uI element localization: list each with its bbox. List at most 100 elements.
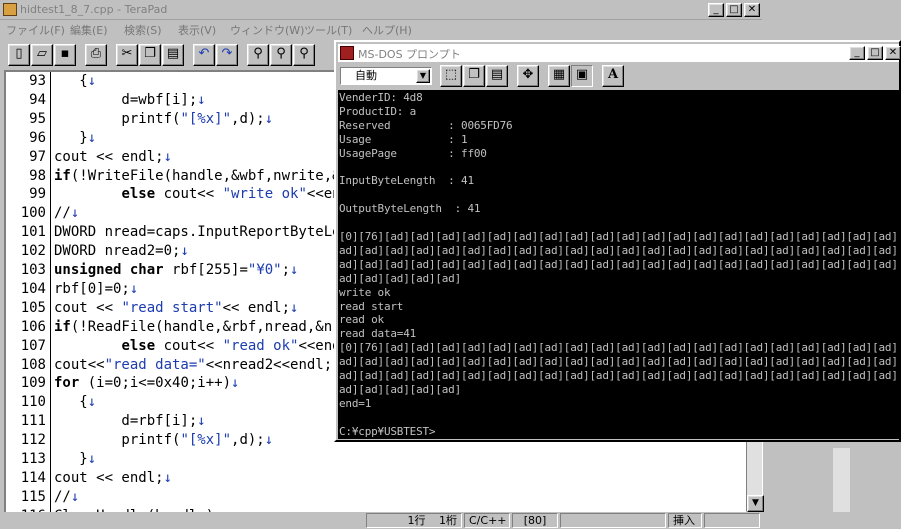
code-text: d=wbf[i];↓ <box>54 91 206 108</box>
properties-icon[interactable]: ▦ <box>548 65 570 87</box>
code-text: //↓ <box>54 205 80 222</box>
save-icon[interactable]: ▪ <box>54 44 76 66</box>
dos-close-button[interactable]: ✕ <box>885 46 901 60</box>
font-size-combo[interactable]: 自動 ▼ <box>340 67 432 85</box>
fullscreen-icon[interactable]: ✥ <box>517 65 539 87</box>
code-text: if(!ReadFile(handle,&rbf,nread,&nre <box>54 318 350 335</box>
line-number: 98 <box>29 167 46 184</box>
code-text: cout << endl;↓ <box>54 148 173 165</box>
terapad-app-icon[interactable] <box>3 3 17 16</box>
code-text: }↓ <box>54 129 97 146</box>
menu-window[interactable]: ウィンドウ(W) <box>230 22 304 38</box>
code-text: else cout<< "read ok"<<endl <box>121 337 350 354</box>
font-size-value: 自動 <box>355 69 377 82</box>
code-text: printf("[%x]",d);↓ <box>54 432 274 449</box>
dos-minimize-button[interactable]: _ <box>849 46 865 60</box>
menu-tools[interactable]: ツール(T) <box>304 22 352 38</box>
console-line: ProductID: a <box>339 104 417 118</box>
menu-file[interactable]: ファイル(F) <box>6 22 65 38</box>
console-output[interactable]: VenderID: 4d8 ProductID: a Reserved : 0065… <box>338 90 899 439</box>
console-line: VenderID: 4d8 <box>339 91 423 104</box>
code-text: d=rbf[i];↓ <box>54 413 206 430</box>
menu-edit[interactable]: 編集(E) <box>70 22 108 38</box>
console-line: InputByteLength : 41 <box>339 174 474 188</box>
line-number: 93 <box>29 73 46 89</box>
redo-icon[interactable]: ↷ <box>216 44 238 66</box>
code-text: unsigned char rbf[255]="¥0";↓ <box>54 262 299 278</box>
line-number: 102 <box>20 243 46 260</box>
new-icon[interactable]: ▯ <box>8 44 30 66</box>
line-number: 104 <box>20 280 46 297</box>
title-bar: hidtest1_8_7.cpp - TeraPad _ □ ✕ <box>0 0 762 20</box>
find-prev-icon[interactable]: ⚲ <box>293 44 315 66</box>
menu-view[interactable]: 表示(V) <box>178 22 216 38</box>
status-col: 1桁 <box>439 514 457 527</box>
code-text: else cout<< "write ok"<<enc <box>121 186 350 203</box>
menu-search[interactable]: 検索(S) <box>124 22 162 38</box>
status-insert-mode: 挿入 <box>668 513 702 528</box>
console-line: read ok <box>339 313 384 327</box>
console-line: ad][ad][ad][ad][ad] <box>339 271 462 285</box>
chevron-down-icon[interactable]: ▼ <box>416 69 430 83</box>
status-position: 1行 1桁 <box>366 513 462 528</box>
undo-icon[interactable]: ↶ <box>193 44 215 66</box>
font-icon[interactable]: A <box>602 65 624 87</box>
background-scrollbar <box>833 448 850 518</box>
line-number: 112 <box>20 432 46 449</box>
console-line: write ok <box>339 285 391 299</box>
console-line: ad][ad][ad][ad][ad][ad][ad][ad][ad][ad][… <box>339 257 899 271</box>
dos-title-bar: MS-DOS プロンプト _ □ ✕ <box>338 44 901 62</box>
line-number: 103 <box>20 262 46 278</box>
copy-icon[interactable]: ❐ <box>139 44 161 66</box>
code-text: DWORD nread=caps.InputReportByteLer <box>54 224 350 241</box>
dos-toolbar: 自動 ▼ ⬚ ❐ ▤ ✥ ▦ ▣ A <box>338 64 899 88</box>
dos-paste-icon[interactable]: ▤ <box>486 65 508 87</box>
menu-bar: ファイル(F) 編集(E) 検索(S) 表示(V) ウィンドウ(W) ツール(T… <box>0 21 901 38</box>
console-line: ad][ad][ad][ad][ad] <box>339 382 462 396</box>
maximize-button[interactable]: □ <box>726 3 742 17</box>
code-text: //↓ <box>54 488 80 505</box>
console-line: OutputByteLength : 41 <box>339 202 481 216</box>
line-number: 101 <box>20 224 46 241</box>
find-next-icon[interactable]: ⚲ <box>270 44 292 66</box>
code-text: if(!WriteFile(handle,&wbf,nwrite,&n <box>54 167 350 184</box>
cut-icon[interactable]: ✂ <box>116 44 138 66</box>
code-text: cout << endl;↓ <box>54 469 173 486</box>
mark-icon[interactable]: ⬚ <box>440 65 462 87</box>
close-button[interactable]: ✕ <box>744 3 760 17</box>
code-text: DWORD nread2=0;↓ <box>54 243 189 260</box>
menu-help[interactable]: ヘルプ(H) <box>362 22 412 38</box>
line-number: 95 <box>29 110 46 127</box>
console-line: ad][ad][ad][ad][ad][ad][ad][ad][ad][ad][… <box>339 355 899 369</box>
line-number-divider <box>50 72 51 512</box>
line-number: 99 <box>29 186 46 203</box>
line-number: 105 <box>20 299 46 316</box>
console-line: read data=41 <box>339 327 417 341</box>
line-number: 115 <box>20 488 46 505</box>
minimize-button[interactable]: _ <box>708 3 724 17</box>
dos-copy-icon[interactable]: ❐ <box>463 65 485 87</box>
line-number: 107 <box>20 337 46 354</box>
status-lang: C/C++ <box>464 513 510 528</box>
console-line: read start <box>339 299 404 313</box>
code-text: }↓ <box>54 451 97 467</box>
code-text: printf("[%x]",d);↓ <box>54 110 274 127</box>
console-line: ad][ad][ad][ad][ad][ad][ad][ad][ad][ad][… <box>339 243 899 257</box>
paste-icon[interactable]: ▤ <box>162 44 184 66</box>
window-title: hidtest1_8_7.cpp - TeraPad <box>20 3 168 16</box>
print-icon[interactable]: ⎙ <box>85 44 107 66</box>
find-icon[interactable]: ⚲ <box>247 44 269 66</box>
background-icon[interactable]: ▣ <box>571 65 593 87</box>
dos-maximize-button[interactable]: □ <box>867 46 883 60</box>
dos-app-icon[interactable] <box>340 46 354 60</box>
line-number: 111 <box>20 413 46 430</box>
line-number: 96 <box>29 129 46 146</box>
line-number: 97 <box>29 148 46 165</box>
scroll-down-icon[interactable]: ▼ <box>747 495 764 512</box>
console-line: UsagePage : ff00 <box>339 146 487 160</box>
line-number: 109 <box>20 375 46 392</box>
console-line: C:¥cpp¥USBTEST> <box>339 424 436 438</box>
open-icon[interactable]: ▱ <box>31 44 53 66</box>
console-line: [0][76][ad][ad][ad][ad][ad][ad][ad][ad][… <box>339 341 899 355</box>
status-extra <box>704 513 760 528</box>
